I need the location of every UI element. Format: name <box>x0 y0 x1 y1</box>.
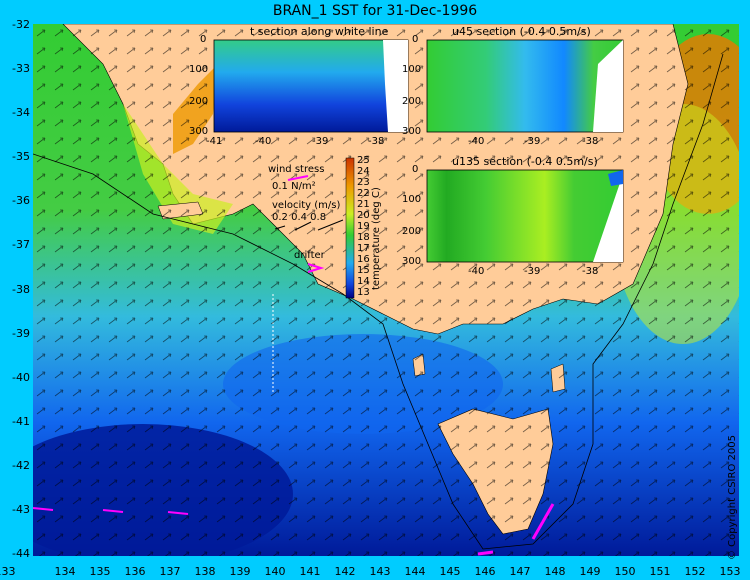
u45-y-tick: 200 <box>402 96 422 107</box>
lat-label: -41 <box>12 415 30 428</box>
u135-section-inset <box>426 169 624 263</box>
colorbar-tick: 16 <box>357 254 370 265</box>
lat-label: -33 <box>12 62 30 75</box>
t-section-x-tick: -40 <box>255 136 272 147</box>
colorbar-tick: 24 <box>357 166 370 177</box>
lat-label: -36 <box>12 194 30 207</box>
colorbar-tick: 14 <box>357 276 370 287</box>
lat-label: -37 <box>12 238 30 251</box>
lon-label: 142 <box>334 565 356 578</box>
u135-y-tick: 100 <box>402 194 422 205</box>
velocity-values: 0.2 0.4 0.8 <box>272 212 327 223</box>
lon-label: 148 <box>544 565 566 578</box>
lon-label: 144 <box>404 565 426 578</box>
u45-x-tick: -40 <box>468 136 485 147</box>
t-section-y-tick: 0 <box>200 34 207 45</box>
wind-stress-value: 0.1 N/m² <box>272 181 316 192</box>
lon-label: 135 <box>89 565 111 578</box>
colorbar-tick: 20 <box>357 210 370 221</box>
u45-x-tick: -39 <box>524 136 541 147</box>
sst-map <box>33 24 739 556</box>
u135-x-tick: -40 <box>468 266 485 277</box>
u135-y-tick: 200 <box>402 226 422 237</box>
t-section-title: t section along white line <box>250 25 389 38</box>
colorbar <box>345 157 355 299</box>
u45-y-tick: 100 <box>402 64 422 75</box>
lat-label: -39 <box>12 327 30 340</box>
u135-x-tick: -38 <box>582 266 599 277</box>
lon-label: 141 <box>299 565 321 578</box>
t-section-x-tick: -38 <box>368 136 385 147</box>
drifter-label: drifter <box>294 250 325 261</box>
lon-label: 136 <box>124 565 146 578</box>
drifter-track <box>477 550 494 556</box>
lon-label: 134 <box>54 565 76 578</box>
u45-x-tick: -38 <box>582 136 599 147</box>
lat-label: -32 <box>12 18 30 31</box>
lon-label: 133 <box>0 565 16 578</box>
colorbar-tick: 13 <box>357 287 370 298</box>
lon-label: 151 <box>649 565 671 578</box>
lon-label: 152 <box>684 565 706 578</box>
lon-label: 150 <box>614 565 636 578</box>
lon-label: 153 <box>719 565 741 578</box>
lon-label: 143 <box>369 565 391 578</box>
colorbar-tick: 15 <box>357 265 370 276</box>
u135-y-tick: 0 <box>412 164 419 175</box>
colorbar-tick: 21 <box>357 199 370 210</box>
lat-label: -35 <box>12 150 30 163</box>
u135-y-tick: 300 <box>402 256 422 267</box>
t-section-x-tick: -39 <box>312 136 329 147</box>
wind-stress-label: wind stress <box>268 164 325 175</box>
lon-label: 147 <box>509 565 531 578</box>
colorbar-tick: 17 <box>357 243 370 254</box>
lat-label: -42 <box>12 459 30 472</box>
lat-label: -38 <box>12 283 30 296</box>
colorbar-tick: 25 <box>357 155 370 166</box>
u45-y-tick: 300 <box>402 126 422 137</box>
u135-section-title: u135 section (-0.4 0.5m/s) <box>452 155 598 168</box>
colorbar-label: temperature (deg C) <box>371 187 382 290</box>
t-section-y-tick: 100 <box>189 64 209 75</box>
lat-label: -43 <box>12 503 30 516</box>
lon-label: 140 <box>264 565 286 578</box>
lon-label: 137 <box>159 565 181 578</box>
colorbar-tick: 19 <box>357 221 370 232</box>
t-section-x-tick: -41 <box>206 136 223 147</box>
u45-section-inset <box>426 39 624 133</box>
velocity-label: velocity (m/s) <box>272 200 341 211</box>
lon-label: 146 <box>474 565 496 578</box>
colorbar-tick: 22 <box>357 188 370 199</box>
lon-label: 138 <box>194 565 216 578</box>
colorbar-tick: 23 <box>357 177 370 188</box>
u45-y-tick: 0 <box>412 34 419 45</box>
lat-label: -34 <box>12 106 30 119</box>
lon-label: 149 <box>579 565 601 578</box>
lat-label: -44 <box>12 547 30 560</box>
u135-x-tick: -39 <box>524 266 541 277</box>
lon-label: 145 <box>439 565 461 578</box>
u45-section-title: u45 section (-0.4 0.5m/s) <box>452 25 591 38</box>
colorbar-tick: 18 <box>357 232 370 243</box>
t-section-y-tick: 200 <box>189 96 209 107</box>
t-section-inset <box>213 39 409 133</box>
map-title: BRAN_1 SST for 31-Dec-1996 <box>272 3 478 19</box>
copyright-text: © Copyright CSIRO 2005 <box>727 435 738 560</box>
lon-label: 139 <box>229 565 251 578</box>
lat-label: -40 <box>12 371 30 384</box>
